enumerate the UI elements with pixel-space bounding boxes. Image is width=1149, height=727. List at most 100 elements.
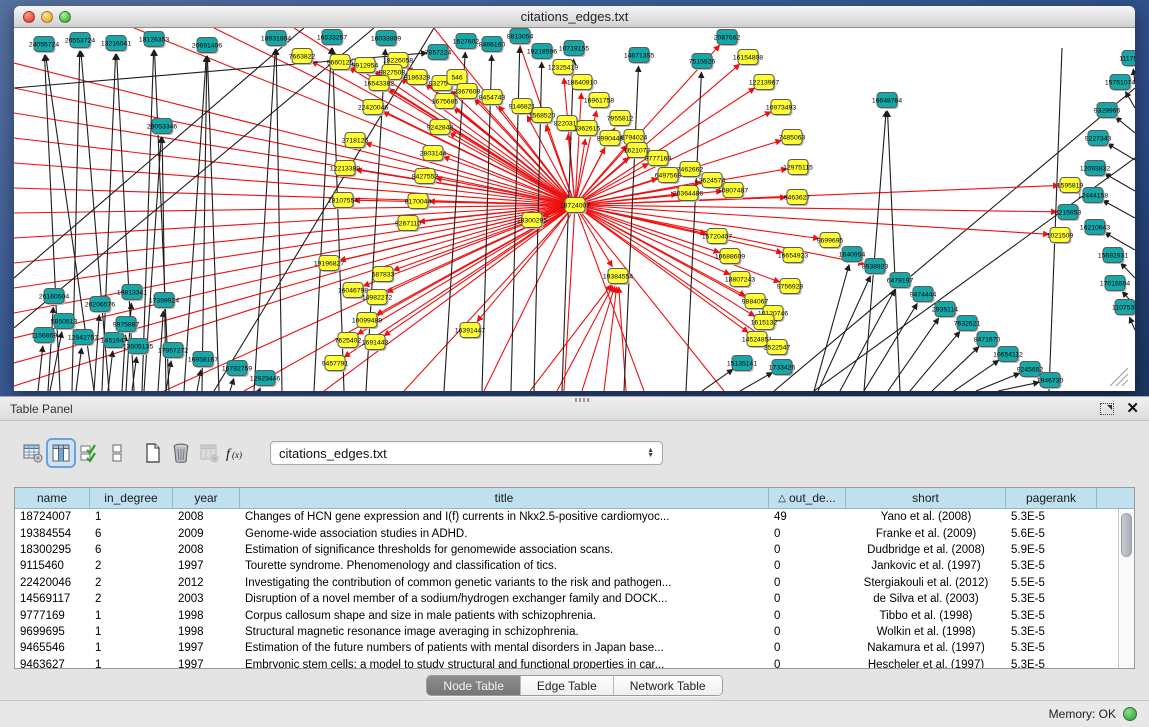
import-table-icon[interactable] — [196, 440, 222, 466]
cell-year[interactable]: 2008 — [173, 544, 240, 556]
table-scrollbar[interactable] — [1118, 509, 1134, 668]
cell-short[interactable]: de Silva et al. (2003) — [846, 593, 1006, 605]
graph-edge[interactable] — [1103, 200, 1135, 218]
cell-year[interactable]: 1997 — [173, 642, 240, 654]
table-row[interactable]: 1456911722003Disruption of a novel membe… — [15, 591, 1118, 607]
cell-pagerank[interactable]: 5.3E-5 — [1006, 610, 1097, 622]
graph-edge[interactable] — [575, 205, 644, 391]
cell-name[interactable]: 9465546 — [15, 642, 90, 654]
close-panel-icon[interactable]: ✕ — [1126, 403, 1139, 415]
network-window[interactable]: citations_edges.txt 24055724205537241321… — [14, 6, 1135, 391]
cell-title[interactable]: Changes of HCN gene expression and I(f) … — [240, 511, 769, 523]
dropdown-stepper-icon[interactable]: ▲▼ — [647, 448, 654, 458]
graph-edge[interactable] — [740, 372, 772, 391]
graph-edge[interactable] — [864, 303, 917, 391]
tab-network-table[interactable]: Network Table — [614, 676, 722, 695]
graph-edge[interactable] — [932, 347, 979, 391]
graph-edge[interactable] — [575, 205, 612, 267]
table-row[interactable]: 946554611997Estimation of the future num… — [15, 640, 1118, 656]
graph-edge[interactable] — [254, 49, 275, 391]
column-header-in-degree[interactable]: in_degree — [90, 488, 173, 508]
cell-title[interactable]: Structural magnetic resonance image aver… — [240, 626, 769, 638]
graph-edge[interactable] — [38, 346, 43, 391]
graph-edge[interactable] — [14, 205, 575, 363]
cell-pagerank[interactable]: 5.3E-5 — [1006, 626, 1097, 638]
cell-short[interactable]: Nakamura et al. (1997) — [846, 642, 1006, 654]
table-row[interactable]: 1938455462009Genome-wide association stu… — [15, 525, 1118, 541]
graph-edge[interactable] — [1129, 317, 1135, 330]
table-row[interactable]: 946362711997Embryonic stem cells: a mode… — [15, 657, 1118, 668]
cell-pagerank[interactable]: 5.9E-5 — [1006, 544, 1097, 556]
panel-splitter-handle[interactable] — [575, 398, 589, 402]
column-visibility-icon[interactable] — [48, 440, 74, 466]
column-header-short[interactable]: short — [846, 488, 1006, 508]
table-row[interactable]: 911546021997Tourette syndrome. Phenomeno… — [15, 558, 1118, 574]
tab-edge-table[interactable]: Edge Table — [521, 676, 614, 695]
graph-edge[interactable] — [998, 382, 1039, 391]
graph-edge[interactable] — [864, 111, 886, 391]
graph-edge[interactable] — [94, 315, 99, 391]
cell-year[interactable]: 2003 — [173, 593, 240, 605]
graph-edge[interactable] — [197, 370, 201, 391]
graph-edge[interactable] — [230, 379, 234, 391]
cell-pagerank[interactable]: 5.3E-5 — [1006, 593, 1097, 605]
new-table-icon[interactable] — [140, 440, 166, 466]
cell-pagerank[interactable]: 5.3E-5 — [1006, 511, 1097, 523]
cell-in-degree[interactable]: 1 — [90, 626, 173, 638]
graph-edge[interactable] — [1125, 92, 1135, 108]
cell-pagerank[interactable]: 5.3E-5 — [1006, 560, 1097, 572]
table-row[interactable]: 2242004622012Investigating the contribut… — [15, 575, 1118, 591]
cell-short[interactable]: Wolkin et al. (1998) — [846, 626, 1006, 638]
table-select[interactable]: citations_edges.txt ▲▼ — [270, 441, 663, 465]
close-window-icon[interactable] — [23, 11, 35, 23]
cell-in-degree[interactable]: 1 — [90, 642, 173, 654]
graph-edge[interactable] — [14, 205, 575, 386]
network-window-titlebar[interactable]: citations_edges.txt — [14, 6, 1135, 28]
cell-short[interactable]: Jankovic et al. (1997) — [846, 560, 1006, 572]
graph-edge[interactable] — [954, 360, 999, 391]
cell-out-de-[interactable]: 0 — [769, 560, 846, 572]
cell-short[interactable]: Franke et al. (2009) — [846, 528, 1006, 540]
column-header-pagerank[interactable]: pagerank — [1006, 488, 1097, 508]
cell-out-de-[interactable]: 0 — [769, 544, 846, 556]
cell-name[interactable]: 9699695 — [15, 626, 90, 638]
zoom-window-icon[interactable] — [59, 11, 71, 23]
graph-edge[interactable] — [814, 265, 849, 391]
cell-short[interactable]: Hescheler et al. (1997) — [846, 659, 1006, 668]
table-row[interactable]: 1830029562008Estimation of significance … — [15, 542, 1118, 558]
network-canvas[interactable]: 2405572420553724132160411812635320691406… — [14, 28, 1135, 391]
cell-out-de-[interactable]: 0 — [769, 610, 846, 622]
table-row[interactable]: 1872400712008Changes of HCN gene express… — [15, 509, 1118, 525]
graph-edge[interactable] — [14, 205, 575, 288]
cell-pagerank[interactable]: 5.6E-5 — [1006, 528, 1097, 540]
canvas-resize-grip[interactable] — [1116, 374, 1128, 386]
cell-name[interactable]: 19384554 — [15, 528, 90, 540]
cell-in-degree[interactable]: 1 — [90, 511, 173, 523]
graph-edge[interactable] — [1107, 144, 1135, 160]
cell-name[interactable]: 14569117 — [15, 593, 90, 605]
cell-name[interactable]: 9115460 — [15, 560, 90, 572]
cell-short[interactable]: Tibbo et al. (1998) — [846, 610, 1006, 622]
cell-year[interactable]: 1998 — [173, 626, 240, 638]
graph-edge[interactable] — [1105, 173, 1135, 191]
cell-title[interactable]: Tourette syndrome. Phenomenology and cla… — [240, 560, 769, 572]
table-settings-icon[interactable] — [20, 440, 46, 466]
delete-table-icon[interactable] — [168, 440, 194, 466]
cell-short[interactable]: Stergiakouli et al. (2012) — [846, 577, 1006, 589]
row-selection-icon[interactable] — [76, 440, 102, 466]
cell-title[interactable]: Disruption of a novel member of a sodium… — [240, 593, 769, 605]
cell-pagerank[interactable]: 5.3E-5 — [1006, 659, 1097, 668]
cell-title[interactable]: Investigating the contribution of common… — [240, 577, 769, 589]
cell-out-de-[interactable]: 0 — [769, 659, 846, 668]
graph-edge[interactable] — [604, 287, 617, 391]
table-row[interactable]: 969969511998Structural magnetic resonanc… — [15, 624, 1118, 640]
graph-edge[interactable] — [108, 351, 113, 391]
cell-name[interactable]: 22420046 — [15, 577, 90, 589]
tab-node-table[interactable]: Node Table — [427, 676, 521, 695]
cell-year[interactable]: 2008 — [173, 511, 240, 523]
graph-edge[interactable] — [702, 369, 733, 391]
cell-year[interactable]: 1998 — [173, 610, 240, 622]
cell-name[interactable]: 18724007 — [15, 511, 90, 523]
table-scrollbar-thumb[interactable] — [1121, 513, 1132, 557]
cell-out-de-[interactable]: 0 — [769, 626, 846, 638]
